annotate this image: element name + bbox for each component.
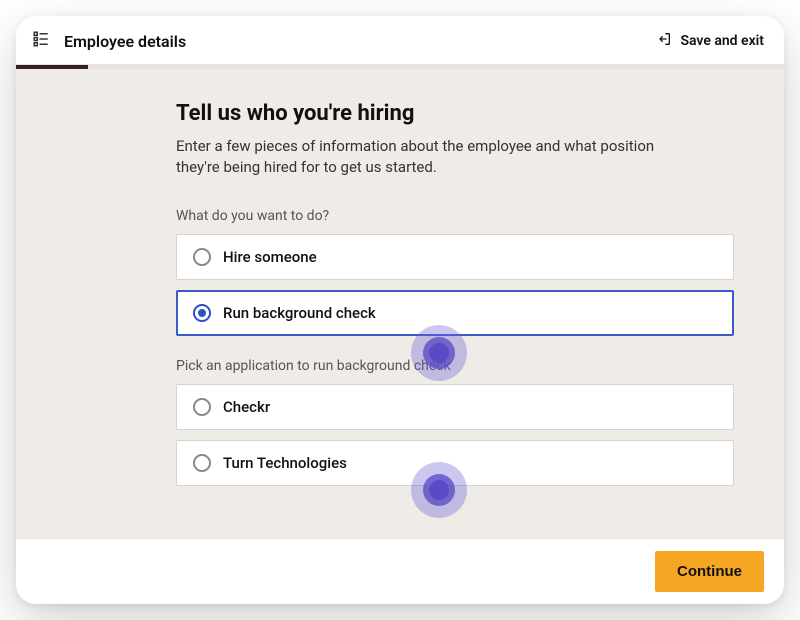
continue-button[interactable]: Continue <box>655 551 764 592</box>
section-subtitle: Enter a few pieces of information about … <box>176 136 676 178</box>
radio-icon <box>193 398 211 416</box>
option-hire-someone[interactable]: Hire someone <box>176 234 734 280</box>
option-label: Checkr <box>223 398 270 416</box>
save-and-exit-label: Save and exit <box>680 33 764 49</box>
main-content: Tell us who you're hiring Enter a few pi… <box>16 69 784 538</box>
option-checkr[interactable]: Checkr <box>176 384 734 430</box>
page-title: Employee details <box>64 32 186 51</box>
app-options: Checkr Turn Technologies <box>176 384 734 486</box>
steps-icon[interactable] <box>32 30 50 52</box>
action-options: Hire someone Run background check <box>176 234 734 336</box>
footer-bar: Continue <box>16 538 784 604</box>
radio-icon <box>193 454 211 472</box>
option-run-background-check[interactable]: Run background check <box>176 290 734 336</box>
action-group-label: What do you want to do? <box>176 208 734 224</box>
option-label: Turn Technologies <box>223 454 347 472</box>
exit-icon <box>656 31 672 51</box>
header-bar: Employee details Save and exit <box>16 16 784 65</box>
radio-icon <box>193 304 211 322</box>
app-group-label: Pick an application to run background ch… <box>176 358 734 374</box>
radio-icon <box>193 248 211 266</box>
option-label: Run background check <box>223 304 376 322</box>
onboarding-panel: Employee details Save and exit Tell us w… <box>16 16 784 604</box>
save-and-exit-button[interactable]: Save and exit <box>656 31 764 51</box>
header-left: Employee details <box>32 30 186 52</box>
section-title: Tell us who you're hiring <box>176 101 734 126</box>
option-label: Hire someone <box>223 248 317 266</box>
option-turn-technologies[interactable]: Turn Technologies <box>176 440 734 486</box>
